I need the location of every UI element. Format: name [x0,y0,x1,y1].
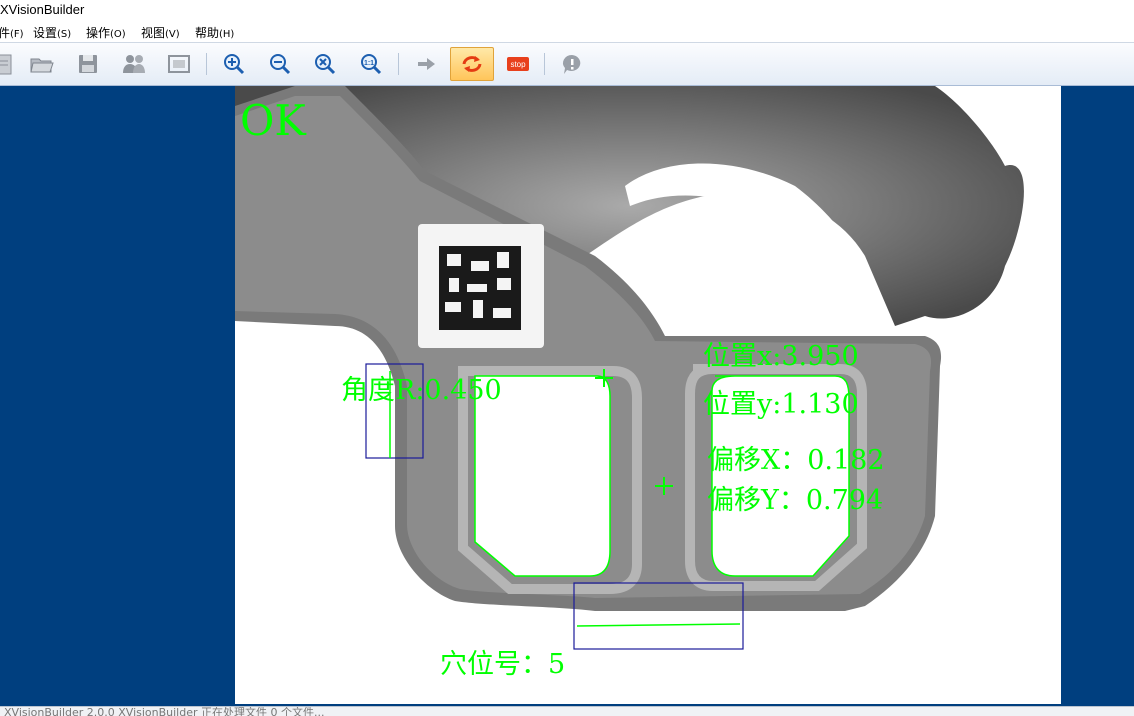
datamatrix-cell [497,278,511,290]
menu-operation-accel: (O) [110,29,126,40]
zoom-reset-button[interactable] [309,49,341,79]
zoom-actual-button[interactable]: 1:1 [355,49,387,79]
menu-help-accel: (H) [219,29,235,40]
loop-run-button[interactable] [450,47,494,81]
zoom-out-button[interactable] [264,49,296,79]
users-icon [123,55,145,73]
help-icon [563,55,581,74]
menu-settings[interactable]: 设置(S) [33,24,71,41]
menu-file[interactable]: 件(F) [0,24,24,41]
menu-settings-label: 设置 [33,26,58,40]
menu-file-accel: (F) [10,29,24,40]
hole-number-readout: 穴位号：5 [440,649,566,680]
image-viewer[interactable]: OK 角度R:0.450 位置x:3.950 位置y:1.130 偏移X：0.1… [235,86,1061,704]
menu-settings-accel: (S) [57,29,72,40]
menu-view-label: 视图 [141,26,166,40]
users-button[interactable] [118,49,150,79]
zoom-actual-text: 1:1 [364,60,374,67]
fit-window-icon [168,55,190,73]
menu-view[interactable]: 视图(V) [141,24,180,41]
help-button[interactable] [556,49,588,79]
zoom-in-button[interactable] [218,49,250,79]
toolbar-separator [544,53,545,75]
datamatrix-cell [467,284,487,292]
datamatrix-cell [471,261,489,271]
datamatrix-cell [493,308,511,318]
hole-edge-line [576,623,741,627]
menu-help[interactable]: 帮助(H) [195,24,234,41]
result-status-text: OK [240,96,306,145]
zoom-in-icon [224,54,245,75]
position-y-readout: 位置y:1.130 [703,389,859,420]
step-button[interactable] [410,49,442,79]
menu-operation-label: 操作 [86,26,111,40]
zoom-reset-icon [315,54,336,75]
menu-help-label: 帮助 [195,26,220,40]
datamatrix-cell [445,302,461,312]
menu-bar: 件(F) 设置(S) 操作(O) 视图(V) 帮助(H) [0,20,1134,43]
zoom-actual-icon: 1:1 [361,54,382,75]
stop-icon-text: stop [510,60,526,69]
open-button[interactable] [26,49,58,79]
toolbar-separator [206,53,207,75]
angle-readout: 角度R:0.450 [341,375,502,406]
datamatrix-cell [449,278,459,292]
save-icon [79,55,97,73]
position-x-readout: 位置x:3.950 [703,341,859,372]
arrow-right-icon [418,58,435,70]
zoom-out-icon [270,54,291,75]
menu-view-accel: (V) [165,29,180,40]
new-icon [0,54,12,75]
offset-x-readout: 偏移X：0.182 [707,445,885,476]
offset-y-readout: 偏移Y：0.794 [707,485,884,516]
new-button[interactable] [0,49,20,79]
datamatrix-cell [497,252,509,268]
title-bar: XVisionBuilder [0,0,1134,20]
loop-run-icon [462,56,482,72]
toolbar-separator [398,53,399,75]
datamatrix-cell [473,300,483,318]
toolbar: 1:1 stop [0,43,1134,86]
save-button[interactable] [72,49,104,79]
datamatrix-cell [447,254,461,266]
stop-icon: stop [507,57,529,71]
menu-file-label: 件 [0,26,11,40]
stop-button[interactable]: stop [502,49,534,79]
window-title: XVisionBuilder [0,2,85,17]
open-folder-icon [30,58,54,73]
menu-operation[interactable]: 操作(O) [86,24,126,41]
fit-window-button[interactable] [163,49,195,79]
